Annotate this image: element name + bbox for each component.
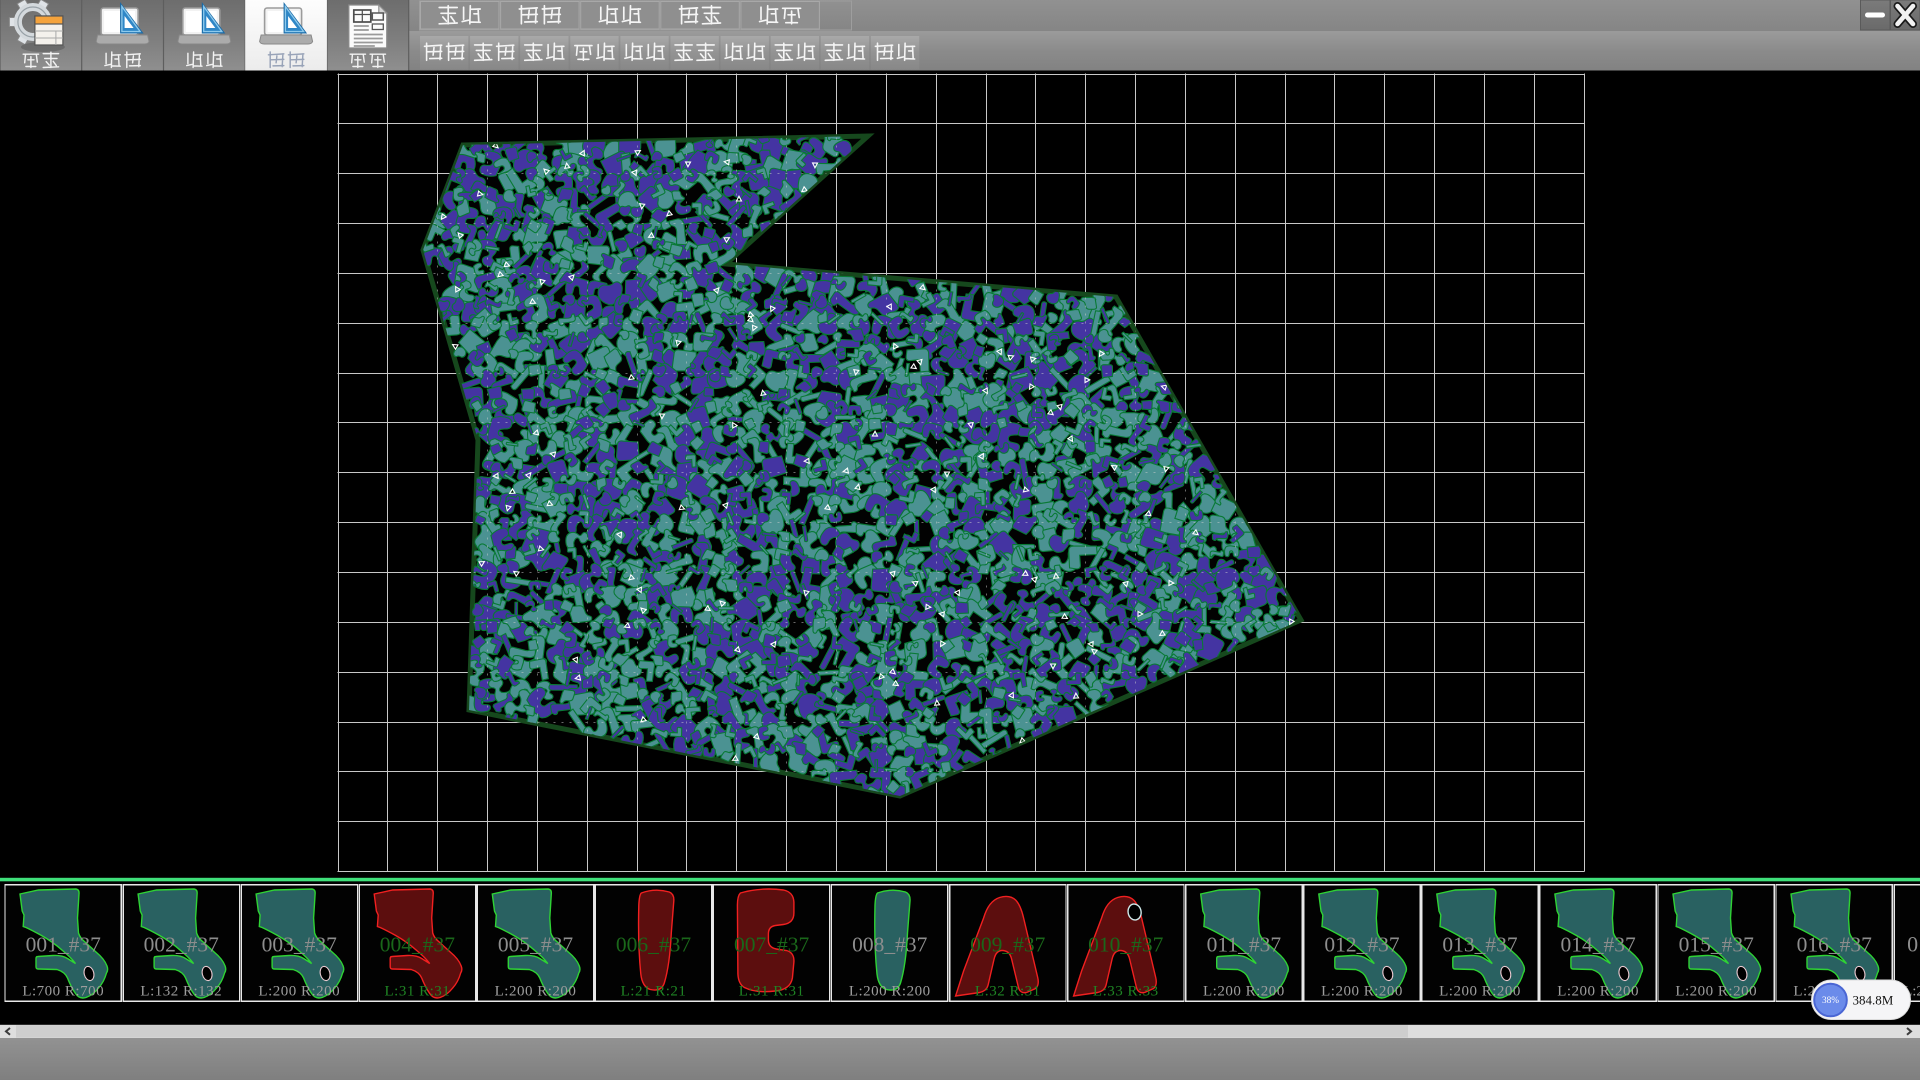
svg-text:L:132 R:132: L:132 R:132: [140, 984, 222, 1000]
svg-text:L:200 R:200: L:200 R:200: [1675, 984, 1757, 1000]
svg-text:L:21 R:21: L:21 R:21: [621, 984, 687, 1000]
svg-text:008_#37: 008_#37: [852, 933, 928, 957]
svg-text:002_#37: 002_#37: [144, 933, 220, 957]
svg-text:006_#37: 006_#37: [616, 933, 692, 957]
svg-text:009_#37: 009_#37: [970, 933, 1046, 957]
svg-text:005_#37: 005_#37: [498, 933, 574, 957]
svg-text:L:200 R:200: L:200 R:200: [1321, 984, 1403, 1000]
svg-text:011_#37: 011_#37: [1207, 933, 1282, 957]
svg-text:L:200 R:200: L:200 R:200: [495, 984, 577, 1000]
svg-text:004_#37: 004_#37: [380, 933, 456, 957]
svg-text:L:700 R:700: L:700 R:700: [22, 984, 104, 1000]
svg-text:015_#37: 015_#37: [1679, 933, 1755, 957]
svg-text:001_#37: 001_#37: [26, 933, 102, 957]
svg-text:013_#37: 013_#37: [1442, 933, 1518, 957]
svg-text:016_#37: 016_#37: [1797, 933, 1873, 957]
svg-text:007_#37: 007_#37: [734, 933, 810, 957]
svg-text:L:200 R:200: L:200 R:200: [1203, 984, 1285, 1000]
svg-text:L:200 R:200: L:200 R:200: [258, 984, 340, 1000]
svg-text:L:200 R:200: L:200 R:200: [849, 984, 931, 1000]
svg-text:L:31 R:31: L:31 R:31: [739, 984, 805, 1000]
svg-text:38%: 38%: [1822, 996, 1839, 1006]
svg-text:003_#37: 003_#37: [262, 933, 338, 957]
svg-text:L:32 R:31: L:32 R:31: [975, 984, 1041, 1000]
svg-text:L:33 R:33: L:33 R:33: [1093, 984, 1159, 1000]
svg-text:014_#37: 014_#37: [1560, 933, 1636, 957]
svg-text:L:200 R:200: L:200 R:200: [1439, 984, 1521, 1000]
svg-text:0: 0: [1907, 932, 1918, 957]
svg-text:L:200 R:200: L:200 R:200: [1557, 984, 1639, 1000]
svg-text:010_#37: 010_#37: [1088, 933, 1164, 957]
svg-text:012_#37: 012_#37: [1324, 933, 1400, 957]
svg-text:L:31 R:31: L:31 R:31: [385, 984, 451, 1000]
svg-text:384.8M: 384.8M: [1853, 993, 1894, 1008]
